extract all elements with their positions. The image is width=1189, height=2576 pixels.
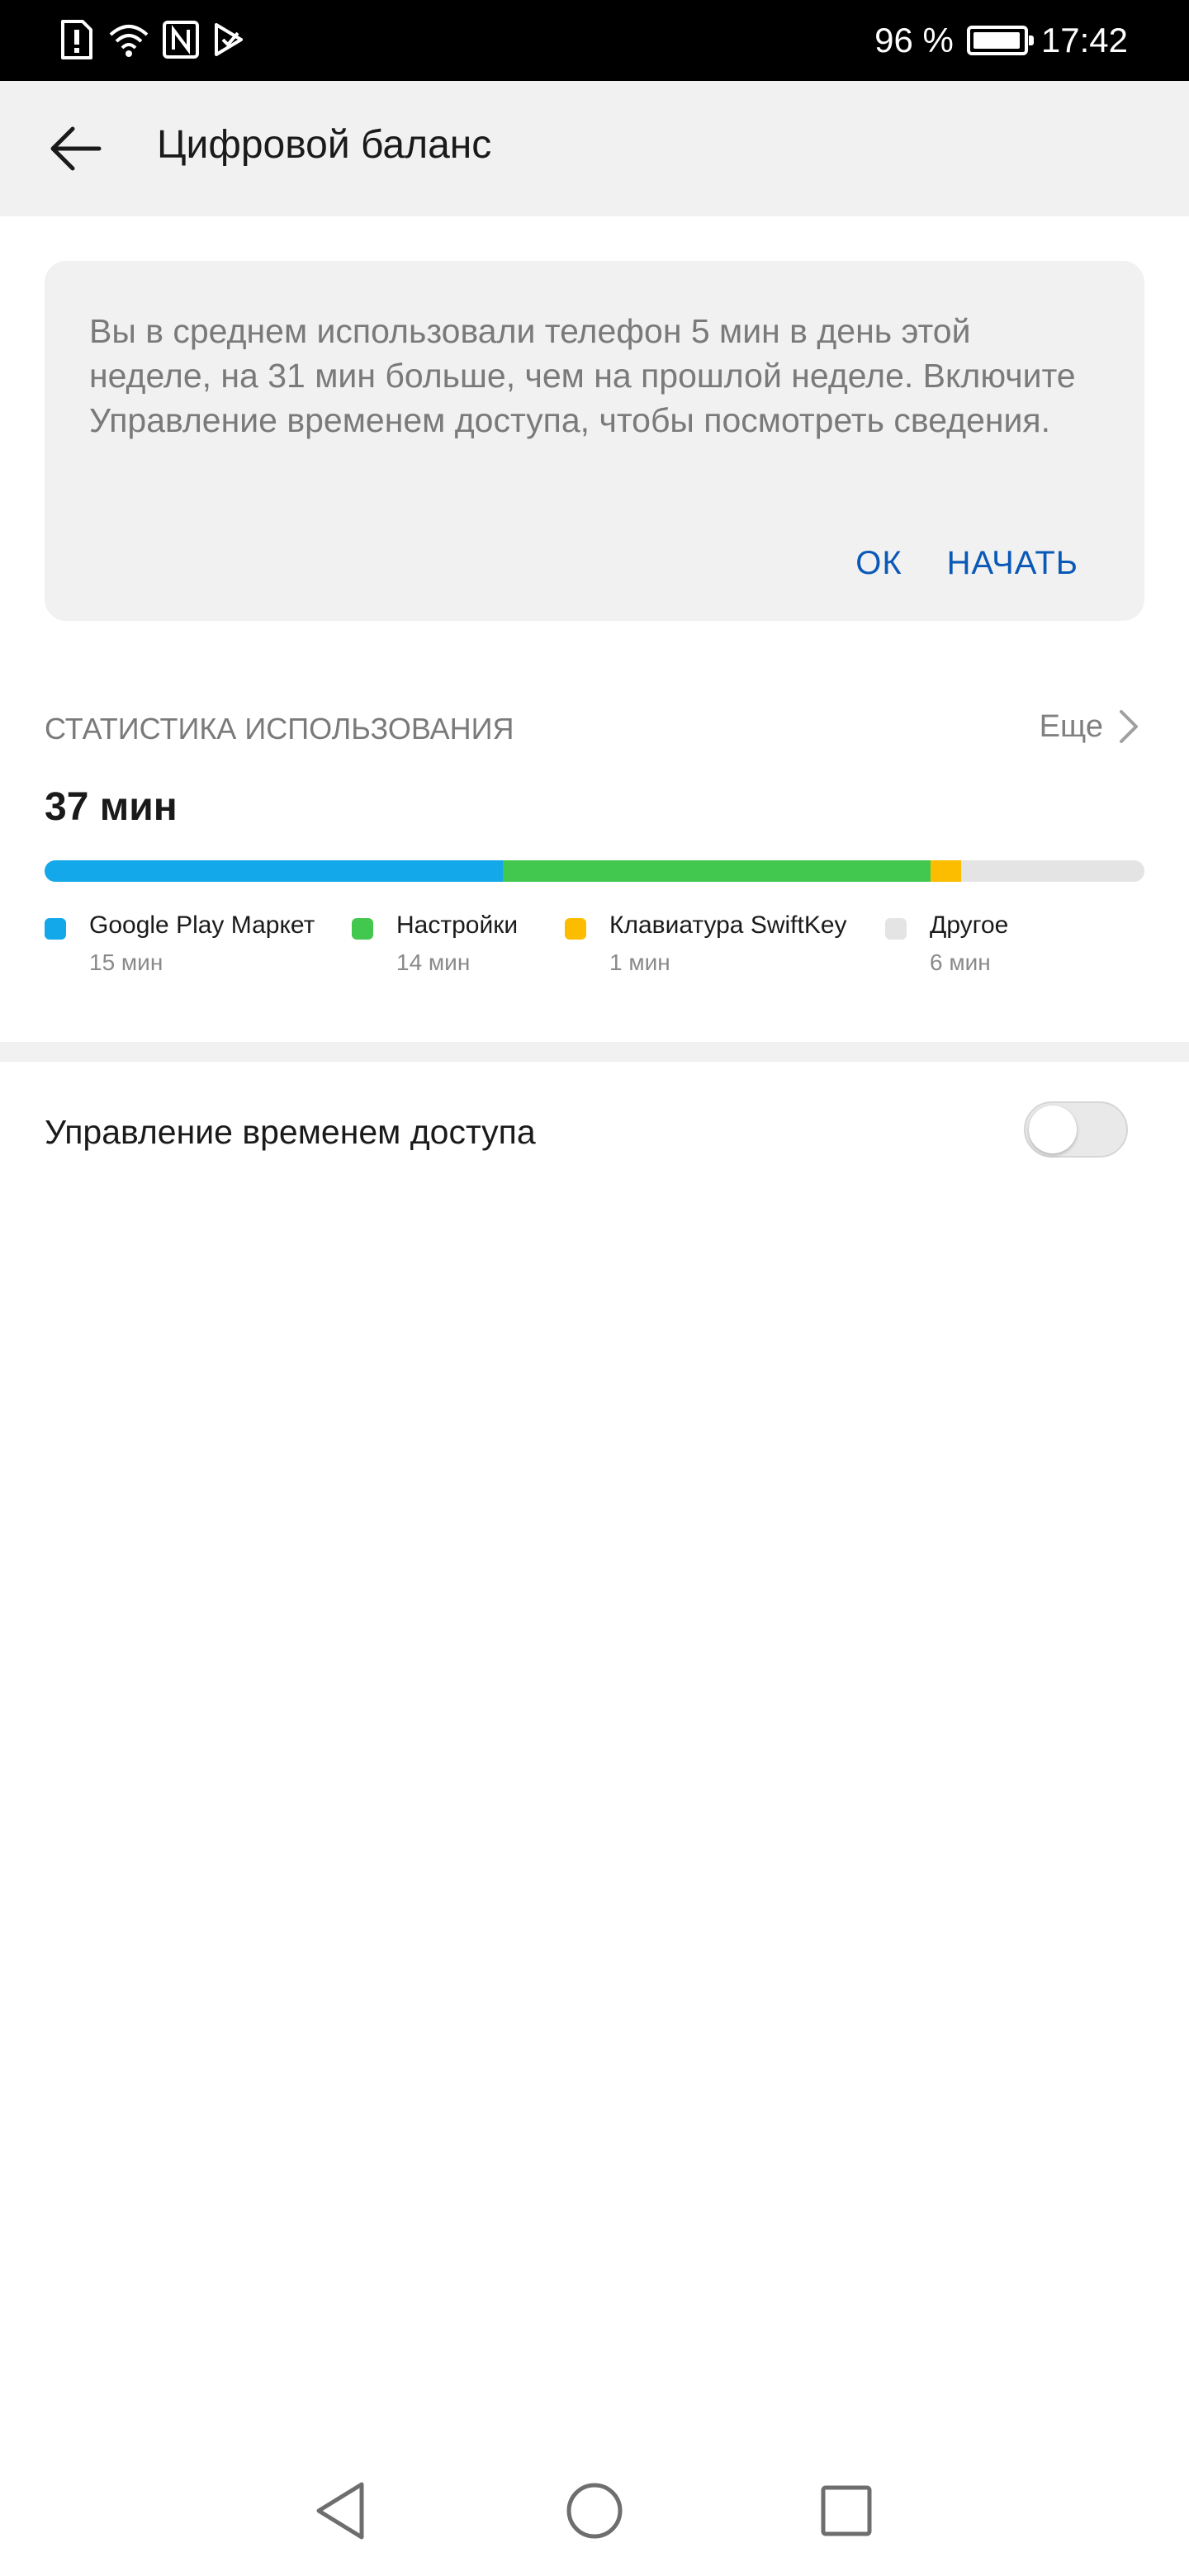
- legend-color-dot: [565, 918, 586, 940]
- info-card-actions: ОК НАЧАТЬ: [855, 545, 1078, 582]
- legend-app-name: Google Play Маркет: [89, 912, 315, 939]
- wifi-icon: [109, 25, 149, 57]
- usage-bar-segment: [960, 860, 1144, 882]
- legend-color-dot: [45, 918, 66, 940]
- legend-color-dot: [885, 918, 907, 940]
- usage-stats-header: СТАТИСТИКА ИСПОЛЬЗОВАНИЯ: [45, 712, 514, 746]
- toggle-knob: [1029, 1106, 1077, 1153]
- usage-bar-segment: [45, 860, 503, 882]
- screen-time-management-toggle[interactable]: [1024, 1101, 1128, 1158]
- legend-app-name: Настройки: [396, 912, 519, 939]
- nfc-icon: [163, 21, 199, 59]
- home-circle-icon: [566, 2483, 623, 2539]
- more-link[interactable]: Еще: [1040, 708, 1139, 745]
- usage-bar-segment: [931, 860, 961, 882]
- battery-icon: [966, 26, 1034, 55]
- nav-back-button[interactable]: [304, 2474, 378, 2548]
- section-divider: [0, 1042, 1189, 1062]
- more-label: Еще: [1039, 708, 1103, 744]
- legend-color-dot: [352, 918, 373, 940]
- legend-app-time: 14 мин: [396, 949, 471, 975]
- total-usage-time: 37 мин: [45, 785, 178, 829]
- page-title: Цифровой баланс: [157, 123, 492, 167]
- sim-alert-icon: [61, 20, 92, 59]
- clock: 17:42: [1040, 21, 1128, 59]
- navigation-bar: [0, 2444, 1189, 2576]
- legend-app-time: 15 мин: [89, 949, 163, 975]
- recents-square-icon: [821, 2485, 872, 2536]
- start-button[interactable]: НАЧАТЬ: [947, 545, 1078, 582]
- legend-app-name: Клавиатура SwiftKey: [609, 912, 847, 939]
- nav-recents-button[interactable]: [809, 2474, 883, 2548]
- info-card-text: Вы в среднем использовали телефон 5 мин …: [89, 312, 1076, 439]
- app-bar: Цифровой баланс: [0, 81, 1189, 216]
- screen-time-management-label: Управление временем доступа: [45, 1113, 536, 1151]
- status-icons-left: [58, 18, 249, 61]
- screen: 96 % 17:42 Цифровой баланс Вы в среднем …: [0, 0, 1189, 2576]
- ok-button[interactable]: ОК: [855, 545, 902, 582]
- status-icons-right: 96 % 17:42: [874, 17, 1128, 64]
- legend-app-time: 6 мин: [930, 949, 991, 975]
- back-button[interactable]: [41, 114, 111, 183]
- play-protect-icon: [215, 23, 243, 56]
- arrow-left-icon: [50, 126, 102, 171]
- screen-time-management-row[interactable]: Управление временем доступа: [0, 1062, 1189, 1202]
- usage-legend: Google Play Маркет 15 мин Настройки 14 м…: [45, 908, 1144, 991]
- usage-bar: [45, 860, 1144, 882]
- chevron-right-icon: [1120, 710, 1138, 743]
- status-bar: 96 % 17:42: [0, 0, 1189, 81]
- battery-percent: 96 %: [874, 21, 954, 59]
- legend-app-time: 1 мин: [609, 949, 670, 975]
- back-triangle-icon: [316, 2482, 364, 2540]
- legend-app-name: Другое: [930, 912, 1009, 939]
- nav-home-button[interactable]: [557, 2474, 632, 2548]
- info-card: Вы в среднем использовали телефон 5 мин …: [45, 261, 1144, 621]
- usage-bar-segment: [503, 860, 931, 882]
